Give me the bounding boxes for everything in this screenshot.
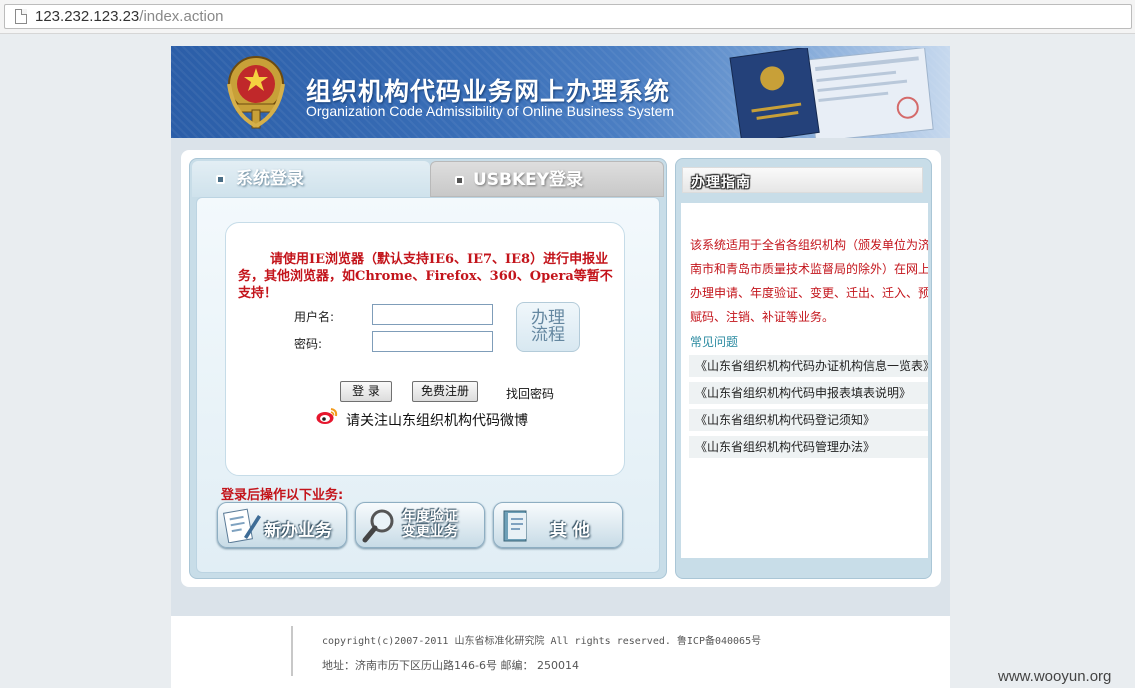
book-icon	[503, 510, 527, 542]
flow-line2: 流程	[531, 325, 565, 345]
guide-panel: 办理指南 该系统适用于全省各组织机构（颁发单位为济南市和青岛市质量技术监督局的除…	[675, 158, 932, 579]
guide-description: 该系统适用于全省各组织机构（颁发单位为济南市和青岛市质量技术监督局的除外）在网上…	[690, 238, 928, 324]
content-panel: 系统登录 USBKEY登录 请使用IE浏览器（默认支持IE6、IE7、IE8）进…	[181, 150, 941, 587]
copyright-text: copyright(c)2007-2011 山东省标准化研究院 All righ…	[322, 636, 762, 647]
url-path: /index.action	[139, 8, 224, 25]
faq-item[interactable]: 《山东省组织机构代码申报表填表说明》	[689, 382, 928, 404]
certificate-image	[729, 48, 934, 138]
other-business-label: 其 他	[550, 521, 590, 541]
watermark: www.wooyun.org	[998, 668, 1112, 685]
guide-title: 办理指南	[691, 175, 751, 191]
weibo-follow-link[interactable]: 请关注山东组织机构代码微博	[346, 410, 528, 430]
login-form-area: 请使用IE浏览器（默认支持IE6、IE7、IE8）进行申报业务，其他浏览器，如C…	[196, 197, 660, 573]
banner-title-en: Organization Code Admissibility of Onlin…	[306, 103, 675, 119]
square-bullet-icon	[455, 176, 464, 185]
new-business-label: 新办业务	[264, 521, 332, 541]
password-input[interactable]	[372, 331, 493, 352]
faq-item[interactable]: 《山东省组织机构代码管理办法》	[689, 436, 928, 458]
tab-system-login[interactable]: 系统登录	[192, 161, 430, 197]
annual-verify-label: 年度验证 变更业务	[402, 509, 458, 540]
new-business-button[interactable]: 新办业务	[217, 502, 347, 548]
login-form-box: 请使用IE浏览器（默认支持IE6、IE7、IE8）进行申报业务，其他浏览器，如C…	[225, 222, 625, 476]
register-button[interactable]: 免费注册	[412, 381, 478, 402]
login-panel: 系统登录 USBKEY登录 请使用IE浏览器（默认支持IE6、IE7、IE8）进…	[189, 158, 667, 579]
other-business-button[interactable]: 其 他	[493, 502, 623, 548]
annual-verify-button[interactable]: 年度验证 变更业务	[355, 502, 485, 548]
process-flow-button[interactable]: 办理 流程	[516, 302, 580, 352]
faq-item[interactable]: 《山东省组织机构代码登记须知》	[689, 409, 928, 431]
page-icon	[15, 9, 27, 24]
header-banner: 组织机构代码业务网上办理系统 Organization Code Admissi…	[171, 46, 950, 138]
tab-usbkey-login[interactable]: USBKEY登录	[430, 161, 664, 197]
faq-item[interactable]: 《山东省组织机构代码办证机构信息一览表》	[689, 355, 928, 377]
national-emblem-icon	[227, 56, 285, 129]
login-button[interactable]: 登 录	[340, 381, 392, 402]
username-input[interactable]	[372, 304, 493, 325]
password-label: 密码:	[294, 337, 323, 351]
username-label: 用户名:	[294, 310, 335, 324]
magnifier-icon	[362, 509, 394, 543]
address-text: 地址：济南市历下区历山路146-6号 邮编： 250014	[322, 659, 579, 672]
tab-label: USBKEY登录	[473, 170, 584, 190]
page-container: 组织机构代码业务网上办理系统 Organization Code Admissi…	[171, 46, 950, 616]
faq-title: 常见问题	[690, 335, 739, 349]
url-host: 123.232.123.23	[35, 8, 140, 25]
document-pen-icon	[222, 508, 261, 543]
after-login-title: 登录后操作以下业务:	[221, 488, 344, 503]
url-text[interactable]: 123.232.123.23/index.action	[35, 8, 224, 25]
square-bullet-icon	[216, 175, 225, 184]
tab-label: 系统登录	[236, 169, 304, 189]
guide-header: 办理指南	[682, 167, 923, 193]
page-footer: copyright(c)2007-2011 山东省标准化研究院 All righ…	[171, 616, 950, 688]
weibo-icon[interactable]	[316, 407, 338, 425]
guide-body: 该系统适用于全省各组织机构（颁发单位为济南市和青岛市质量技术监督局的除外）在网上…	[681, 203, 928, 558]
forgot-password-link[interactable]: 找回密码	[506, 385, 554, 402]
browser-address-bar: 123.232.123.23/index.action	[0, 0, 1135, 34]
url-field[interactable]: 123.232.123.23/index.action	[4, 4, 1132, 29]
browser-notice: 请使用IE浏览器（默认支持IE6、IE7、IE8）进行申报业务，其他浏览器，如C…	[238, 252, 613, 301]
footer-divider	[291, 626, 293, 676]
